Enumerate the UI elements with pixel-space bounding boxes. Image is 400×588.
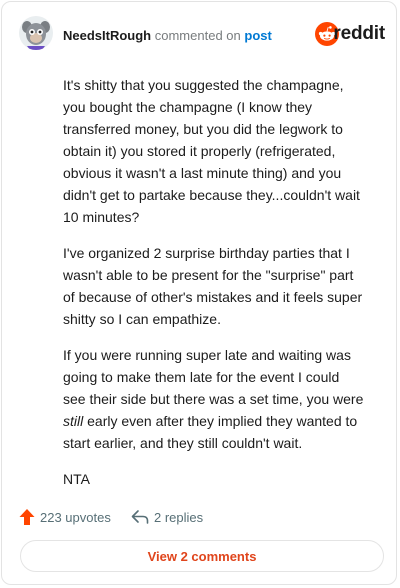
reply-arrow-icon (131, 510, 149, 524)
reply-count[interactable]: 2 replies (131, 506, 203, 528)
view-comments-button[interactable]: View 2 comments (20, 540, 384, 572)
user-avatar[interactable] (19, 16, 53, 50)
upvote-label: 223 upvotes (40, 509, 111, 525)
reddit-wordmark: reddit (333, 23, 385, 44)
paragraph-text: If you were running super late and waiti… (63, 347, 364, 407)
author-username[interactable]: NeedsItRough (63, 28, 151, 43)
post-link[interactable]: post (244, 28, 271, 43)
comment-paragraph: If you were running super late and waiti… (63, 344, 365, 454)
comment-body: It's shitty that you suggested the champ… (63, 74, 365, 504)
comment-footer: 223 upvotes 2 replies (19, 506, 379, 528)
paragraph-text: early even after they implied they wante… (63, 413, 358, 451)
upvote-arrow-icon (19, 509, 35, 525)
upvote-count[interactable]: 223 upvotes (19, 506, 111, 528)
comment-paragraph: NTA (63, 471, 90, 487)
comment-paragraph: It's shitty that you suggested the champ… (63, 77, 360, 225)
comment-paragraph: I've organized 2 surprise birthday parti… (63, 245, 363, 327)
comment-card: NeedsItRough commented on post reddit It… (1, 1, 397, 585)
comment-byline: NeedsItRough commented on post (63, 28, 272, 44)
replies-label: 2 replies (154, 509, 204, 525)
emphasized-text: still (63, 413, 84, 429)
reddit-logo[interactable]: reddit (307, 22, 385, 46)
byline-verb: commented on (154, 28, 241, 43)
comment-header: NeedsItRough commented on post reddit (19, 16, 387, 52)
